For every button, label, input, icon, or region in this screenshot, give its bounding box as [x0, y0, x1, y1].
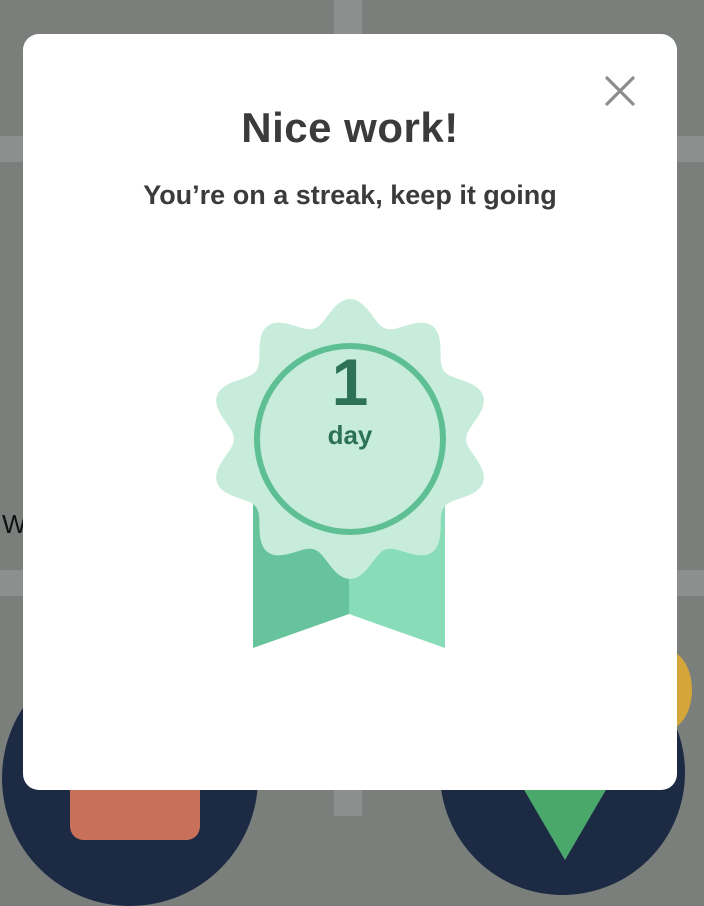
- streak-rosette-badge: 1 day: [207, 268, 493, 648]
- rosette-icon: [216, 299, 484, 648]
- close-icon: [605, 76, 635, 106]
- modal-title: Nice work!: [241, 104, 459, 151]
- close-button[interactable]: [603, 74, 637, 108]
- streak-count: 1: [331, 345, 369, 419]
- streak-modal: Nice work! You’re on a streak, keep it g…: [23, 34, 677, 790]
- modal-subtitle: You’re on a streak, keep it going: [143, 180, 557, 210]
- streak-unit: day: [327, 420, 373, 450]
